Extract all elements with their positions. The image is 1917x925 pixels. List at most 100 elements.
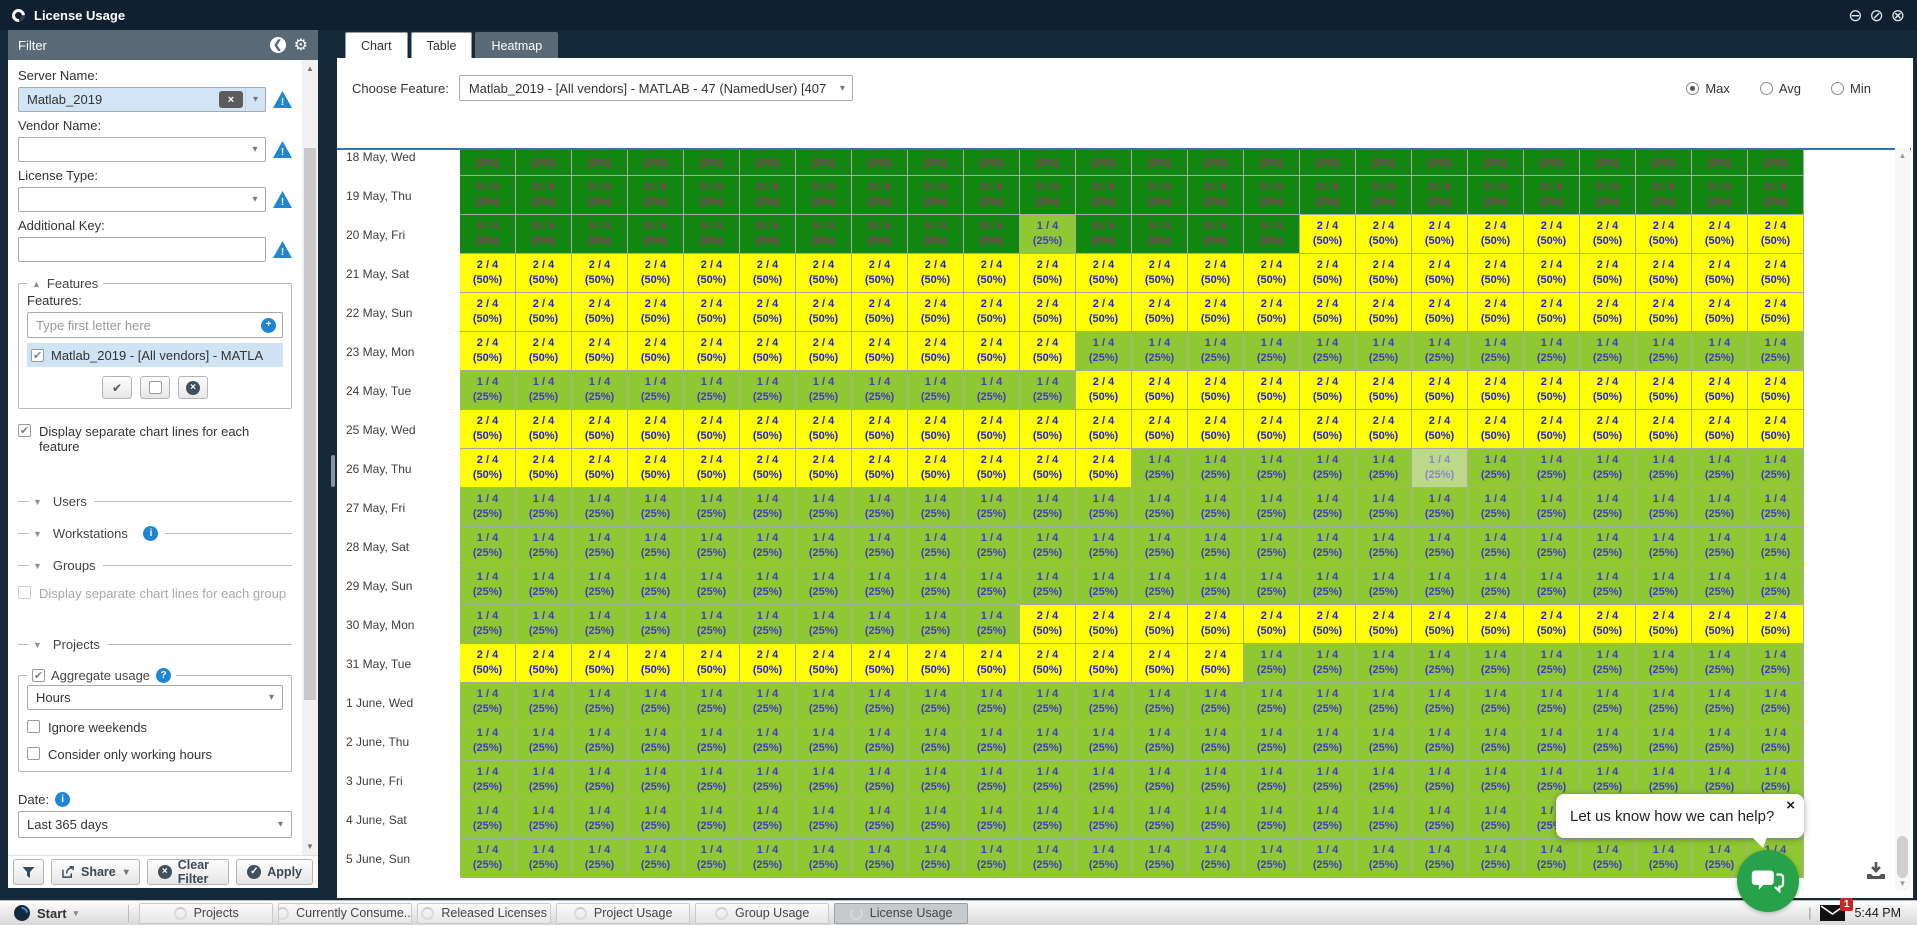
heatmap-cell[interactable]: 1 / 4(25%) bbox=[628, 761, 684, 800]
heatmap-cell[interactable]: 1 / 4(25%) bbox=[1412, 527, 1468, 566]
heatmap-cell[interactable]: 0 / 4(0%) bbox=[740, 176, 796, 215]
heatmap-cell[interactable]: 1 / 4(25%) bbox=[1636, 527, 1692, 566]
heatmap-cell[interactable]: 2 / 4(50%) bbox=[1580, 293, 1636, 332]
heatmap-cell[interactable]: 1 / 4(25%) bbox=[1356, 683, 1412, 722]
date-range-dropdown[interactable]: Last 365 days ▾ bbox=[18, 811, 292, 838]
heatmap-cell[interactable]: 1 / 4(25%) bbox=[460, 488, 516, 527]
heatmap-cell[interactable]: 2 / 4(50%) bbox=[1020, 410, 1076, 449]
heatmap-cell[interactable]: 0 / 4(0%) bbox=[1356, 148, 1412, 176]
heatmap-cell[interactable]: 2 / 4(50%) bbox=[1524, 371, 1580, 410]
heatmap-cell[interactable]: 2 / 4(50%) bbox=[740, 293, 796, 332]
heatmap-cell[interactable]: 0 / 4(0%) bbox=[852, 148, 908, 176]
heatmap-scrollbar[interactable]: ▲ ▼ bbox=[1895, 148, 1910, 890]
heatmap-cell[interactable]: 1 / 4(25%) bbox=[1412, 722, 1468, 761]
heatmap-cell[interactable]: 2 / 4(50%) bbox=[516, 254, 572, 293]
heatmap-cell[interactable]: 2 / 4(50%) bbox=[796, 254, 852, 293]
heatmap-cell[interactable]: 1 / 4(25%) bbox=[1244, 761, 1300, 800]
heatmap-cell[interactable]: 1 / 4(25%) bbox=[1692, 332, 1748, 371]
heatmap-cell[interactable]: 0 / 4(0%) bbox=[684, 215, 740, 254]
heatmap-cell[interactable]: 2 / 4(50%) bbox=[516, 293, 572, 332]
heatmap-cell[interactable]: 0 / 4(0%) bbox=[460, 148, 516, 176]
heatmap-cell[interactable]: 2 / 4(50%) bbox=[1356, 293, 1412, 332]
apply-button[interactable]: ✓ Apply bbox=[236, 859, 313, 885]
heatmap-cell[interactable]: 1 / 4(25%) bbox=[908, 371, 964, 410]
heatmap-cell[interactable]: 1 / 4(25%) bbox=[516, 761, 572, 800]
heatmap-cell[interactable]: 0 / 4(0%) bbox=[684, 176, 740, 215]
clear-filter-button[interactable]: × Clear Filter bbox=[147, 859, 229, 885]
heatmap-cell[interactable]: 1 / 4(25%) bbox=[516, 683, 572, 722]
heatmap-cell[interactable]: 2 / 4(50%) bbox=[1020, 254, 1076, 293]
heatmap-cell[interactable]: 2 / 4(50%) bbox=[740, 644, 796, 683]
heatmap-cell[interactable]: 2 / 4(50%) bbox=[572, 332, 628, 371]
scroll-down-icon[interactable]: ▼ bbox=[302, 842, 318, 851]
heatmap-cell[interactable]: 2 / 4(50%) bbox=[1692, 215, 1748, 254]
heatmap-cell[interactable]: 2 / 4(50%) bbox=[1692, 293, 1748, 332]
heatmap-cell[interactable]: 1 / 4(25%) bbox=[516, 605, 572, 644]
heatmap-cell[interactable]: 0 / 4(0%) bbox=[460, 215, 516, 254]
heatmap-cell[interactable]: 0 / 4(0%) bbox=[796, 176, 852, 215]
heatmap-cell[interactable]: 1 / 4(25%) bbox=[796, 800, 852, 839]
heatmap-cell[interactable]: 1 / 4(25%) bbox=[1636, 449, 1692, 488]
heatmap-cell[interactable]: 2 / 4(50%) bbox=[1020, 644, 1076, 683]
heatmap-cell[interactable]: 2 / 4(50%) bbox=[852, 293, 908, 332]
heatmap-cell[interactable]: 1 / 4(25%) bbox=[1020, 800, 1076, 839]
license-type-input[interactable]: ▾ bbox=[18, 187, 266, 212]
heatmap-cell[interactable]: 1 / 4(25%) bbox=[740, 566, 796, 605]
scroll-up-icon[interactable]: ▲ bbox=[302, 64, 318, 73]
heatmap-cell[interactable]: 2 / 4(50%) bbox=[1468, 410, 1524, 449]
heatmap-cell[interactable]: 0 / 4(0%) bbox=[1468, 176, 1524, 215]
aggregate-unit-dropdown[interactable]: Hours ▾ bbox=[27, 685, 283, 710]
heatmap-cell[interactable]: 2 / 4(50%) bbox=[684, 449, 740, 488]
heatmap-cell[interactable]: 1 / 4(25%) bbox=[852, 761, 908, 800]
heatmap-cell[interactable]: 1 / 4(25%) bbox=[572, 722, 628, 761]
heatmap-cell[interactable]: 2 / 4(50%) bbox=[1468, 215, 1524, 254]
heatmap-cell[interactable]: 2 / 4(50%) bbox=[572, 410, 628, 449]
heatmap-cell[interactable]: 0 / 4(0%) bbox=[460, 176, 516, 215]
taskbar-item-projects[interactable]: Projects bbox=[139, 903, 273, 924]
radio-avg[interactable]: Avg bbox=[1760, 81, 1801, 96]
heatmap-cell[interactable]: 1 / 4(25%) bbox=[1468, 332, 1524, 371]
heatmap-cell[interactable]: 1 / 4(25%) bbox=[1524, 683, 1580, 722]
close-icon[interactable]: ⊗ bbox=[1891, 7, 1905, 24]
heatmap-cell[interactable]: 1 / 4(25%) bbox=[1748, 683, 1804, 722]
heatmap-cell[interactable]: 1 / 4(25%) bbox=[684, 761, 740, 800]
heatmap-cell[interactable]: 2 / 4(50%) bbox=[628, 293, 684, 332]
heatmap-cell[interactable]: 2 / 4(50%) bbox=[684, 332, 740, 371]
heatmap-cell[interactable]: 2 / 4(50%) bbox=[1412, 605, 1468, 644]
clear-selection-button[interactable]: × bbox=[178, 376, 208, 399]
heatmap-cell[interactable]: 1 / 4(25%) bbox=[684, 527, 740, 566]
heatmap-cell[interactable]: 1 / 4(25%) bbox=[852, 566, 908, 605]
heatmap-cell[interactable]: 2 / 4(50%) bbox=[516, 332, 572, 371]
heatmap-cell[interactable]: 1 / 4(25%) bbox=[796, 488, 852, 527]
heatmap-cell[interactable]: 1 / 4(25%) bbox=[1132, 449, 1188, 488]
heatmap-cell[interactable]: 0 / 4(0%) bbox=[1188, 176, 1244, 215]
heatmap-cell[interactable]: 2 / 4(50%) bbox=[852, 449, 908, 488]
heatmap-cell[interactable]: 1 / 4(25%) bbox=[1188, 488, 1244, 527]
heatmap-cell[interactable]: 2 / 4(50%) bbox=[1356, 371, 1412, 410]
heatmap-cell[interactable]: 2 / 4(50%) bbox=[908, 644, 964, 683]
heatmap-cell[interactable]: 1 / 4(25%) bbox=[1412, 449, 1468, 488]
heatmap-cell[interactable]: 0 / 4(0%) bbox=[1244, 176, 1300, 215]
heatmap-cell[interactable]: 1 / 4(25%) bbox=[740, 488, 796, 527]
heatmap-cell[interactable]: 1 / 4(25%) bbox=[460, 722, 516, 761]
heatmap-cell[interactable]: 1 / 4(25%) bbox=[1132, 332, 1188, 371]
heatmap-cell[interactable]: 1 / 4(25%) bbox=[1020, 683, 1076, 722]
heatmap-cell[interactable]: 1 / 4(25%) bbox=[908, 800, 964, 839]
radio-max[interactable]: Max bbox=[1686, 81, 1730, 96]
feature-checkbox[interactable]: ✔ bbox=[31, 349, 44, 362]
heatmap-cell[interactable]: 1 / 4(25%) bbox=[460, 761, 516, 800]
heatmap-cell[interactable]: 0 / 4(0%) bbox=[572, 176, 628, 215]
heatmap-cell[interactable]: 0 / 4(0%) bbox=[1076, 148, 1132, 176]
heatmap-cell[interactable]: 1 / 4(25%) bbox=[1468, 644, 1524, 683]
heatmap-cell[interactable]: 1 / 4(25%) bbox=[1076, 566, 1132, 605]
heatmap-cell[interactable]: 1 / 4(25%) bbox=[460, 566, 516, 605]
heatmap-cell[interactable]: 1 / 4(25%) bbox=[1692, 644, 1748, 683]
heatmap-cell[interactable]: 1 / 4(25%) bbox=[1188, 566, 1244, 605]
heatmap-cell[interactable]: 2 / 4(50%) bbox=[1580, 371, 1636, 410]
heatmap-cell[interactable]: 1 / 4(25%) bbox=[572, 566, 628, 605]
heatmap-cell[interactable]: 2 / 4(50%) bbox=[1300, 371, 1356, 410]
display-feature-lines-row[interactable]: ✔ Display separate chart lines for each … bbox=[18, 424, 292, 454]
heatmap-cell[interactable]: 1 / 4(25%) bbox=[740, 371, 796, 410]
heatmap-cell[interactable]: 0 / 4(0%) bbox=[516, 148, 572, 176]
heatmap-cell[interactable]: 2 / 4(50%) bbox=[1748, 410, 1804, 449]
